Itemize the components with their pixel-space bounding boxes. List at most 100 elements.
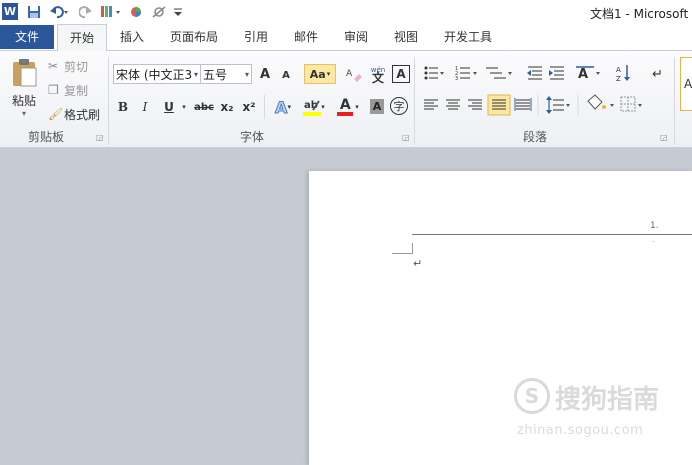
change-case-label: Aa xyxy=(309,67,326,81)
svg-text:3: 3 xyxy=(455,76,458,82)
cut-label: 剪切 xyxy=(64,59,89,74)
sort-icon[interactable]: AZ xyxy=(616,65,630,83)
color-wheel-icon[interactable] xyxy=(128,3,144,20)
watermark-logo-icon: S xyxy=(514,378,550,414)
separator xyxy=(108,57,109,145)
superscript-button[interactable]: x² xyxy=(240,97,258,117)
tab-developer[interactable]: 开发工具 xyxy=(436,24,500,50)
paste-button[interactable]: 粘贴 ▾ xyxy=(6,55,42,121)
line-spacing-icon[interactable] xyxy=(546,96,570,114)
text-effect-button[interactable]: A ▾ xyxy=(270,96,296,118)
align-left-icon[interactable] xyxy=(424,99,438,110)
copy-label: 复制 xyxy=(64,83,89,98)
font-size-value: 五号 xyxy=(203,68,228,82)
grow-font-button[interactable]: A xyxy=(256,64,274,84)
format-painter-button[interactable]: 🖌 格式刷 xyxy=(48,105,100,123)
clipboard-launcher-icon[interactable]: ◲ xyxy=(96,133,104,142)
paste-label: 粘贴 xyxy=(11,94,36,108)
brush-icon[interactable] xyxy=(98,3,124,20)
chevron-down-icon: ▾ xyxy=(321,103,325,111)
margin-corner-mark xyxy=(392,243,413,254)
scissors-icon: ✂ xyxy=(48,59,59,73)
format-painter-label: 格式刷 xyxy=(64,107,101,122)
phonetic-guide-icon[interactable]: wén 文 xyxy=(368,63,388,85)
align-center-icon[interactable] xyxy=(446,99,460,110)
customize-qat-icon[interactable] xyxy=(172,3,184,20)
increase-indent-icon[interactable] xyxy=(549,66,564,80)
paste-icon xyxy=(13,59,37,87)
bold-button[interactable]: B xyxy=(114,97,132,117)
svg-text:A: A xyxy=(578,67,588,82)
tab-mailings[interactable]: 邮件 xyxy=(286,24,326,50)
font-group-label: 字体 xyxy=(240,130,265,144)
watermark-url: zhinan.sogou.com xyxy=(517,423,644,438)
multilevel-list-icon[interactable] xyxy=(486,67,512,79)
highlighter-icon: ab xyxy=(303,100,322,116)
cut-button[interactable]: ✂ 剪切 xyxy=(48,57,88,75)
paragraph-group-label: 段落 xyxy=(523,130,548,144)
font-color-button[interactable]: A ▾ xyxy=(334,96,362,118)
font-name-combo[interactable]: 宋体 (中文正3 ▾ xyxy=(113,64,201,84)
tab-review[interactable]: 审阅 xyxy=(336,24,376,50)
separator xyxy=(264,95,265,119)
distributed-icon[interactable] xyxy=(514,98,532,111)
shrink-font-button[interactable]: A xyxy=(278,66,294,84)
separator xyxy=(414,57,415,145)
tab-view[interactable]: 视图 xyxy=(386,24,426,50)
watermark-brand: 搜狗指南 xyxy=(555,385,660,415)
save-icon[interactable] xyxy=(26,3,42,20)
svg-text:A: A xyxy=(616,66,621,74)
change-case-button[interactable]: Aa ▾ xyxy=(304,64,336,84)
underline-button[interactable]: U xyxy=(160,97,178,117)
enclose-characters-button[interactable]: 字 xyxy=(390,97,408,115)
justify-icon[interactable] xyxy=(487,94,511,116)
header-page-number: 1. xyxy=(650,221,659,231)
header-line xyxy=(412,234,692,235)
copy-icon: ❐ xyxy=(48,83,59,97)
tab-insert[interactable]: 插入 xyxy=(112,24,152,50)
quick-access-toolbar: W 文档1 - Microsoft xyxy=(0,0,692,24)
styles-gallery-item[interactable]: A xyxy=(680,57,692,111)
tab-file[interactable]: 文件 xyxy=(0,25,54,49)
font-size-combo[interactable]: 五号 ▾ xyxy=(200,64,252,84)
tab-references[interactable]: 引用 xyxy=(236,24,276,50)
copy-button[interactable]: ❐ 复制 xyxy=(48,81,88,99)
show-marks-icon[interactable]: ↵ xyxy=(652,67,663,82)
style-preview-icon: A xyxy=(684,77,692,91)
bullets-icon[interactable] xyxy=(424,66,445,80)
shading-icon[interactable] xyxy=(587,94,614,110)
tab-home[interactable]: 开始 xyxy=(57,24,107,52)
clipboard-group-label: 剪贴板 xyxy=(28,130,65,144)
strikethrough-button[interactable]: abc xyxy=(192,97,216,117)
word-app-icon[interactable]: W xyxy=(2,3,18,20)
svg-text:↵: ↵ xyxy=(652,67,663,82)
clear-format-icon[interactable]: A xyxy=(344,64,364,84)
chinese-layout-icon[interactable]: A xyxy=(576,66,600,82)
redo-icon[interactable] xyxy=(78,3,94,20)
highlight-button[interactable]: ab ▾ xyxy=(300,96,328,118)
format-painter-icon: 🖌 xyxy=(48,107,64,121)
paragraph-tools: 123 A AZ ↵ xyxy=(424,65,663,116)
align-right-icon[interactable] xyxy=(468,99,482,110)
ribbon-tabs: 文件 开始 插入 页面布局 引用 邮件 审阅 视图 开发工具 xyxy=(0,24,692,52)
paragraph-launcher-icon[interactable]: ◲ xyxy=(660,133,668,142)
character-shading-button[interactable]: A xyxy=(370,99,384,114)
character-border-button[interactable]: A xyxy=(392,65,410,83)
borders-icon[interactable] xyxy=(620,96,642,112)
subscript-button[interactable]: x₂ xyxy=(218,97,236,117)
font-launcher-icon[interactable]: ◲ xyxy=(402,133,410,142)
eraser-icon[interactable] xyxy=(150,3,168,20)
document-page[interactable]: 1. . ↵ S 搜狗指南 zhinan.sogou.com xyxy=(309,171,692,465)
tab-page-layout[interactable]: 页面布局 xyxy=(164,24,224,50)
undo-icon[interactable] xyxy=(48,3,70,20)
window-title: 文档1 - Microsoft xyxy=(590,7,689,21)
chevron-down-icon: ▾ xyxy=(287,103,291,111)
italic-button[interactable]: I xyxy=(136,97,154,117)
header-mark: . xyxy=(652,235,655,244)
decrease-indent-icon[interactable] xyxy=(527,66,542,80)
chevron-down-icon: ▾ xyxy=(244,70,249,79)
paste-dropdown-icon: ▾ xyxy=(21,109,26,118)
font-name-value: 宋体 (中文正3 xyxy=(116,68,193,82)
underline-dropdown-icon[interactable]: ▾ xyxy=(180,97,188,117)
numbering-icon[interactable]: 123 xyxy=(455,66,477,82)
